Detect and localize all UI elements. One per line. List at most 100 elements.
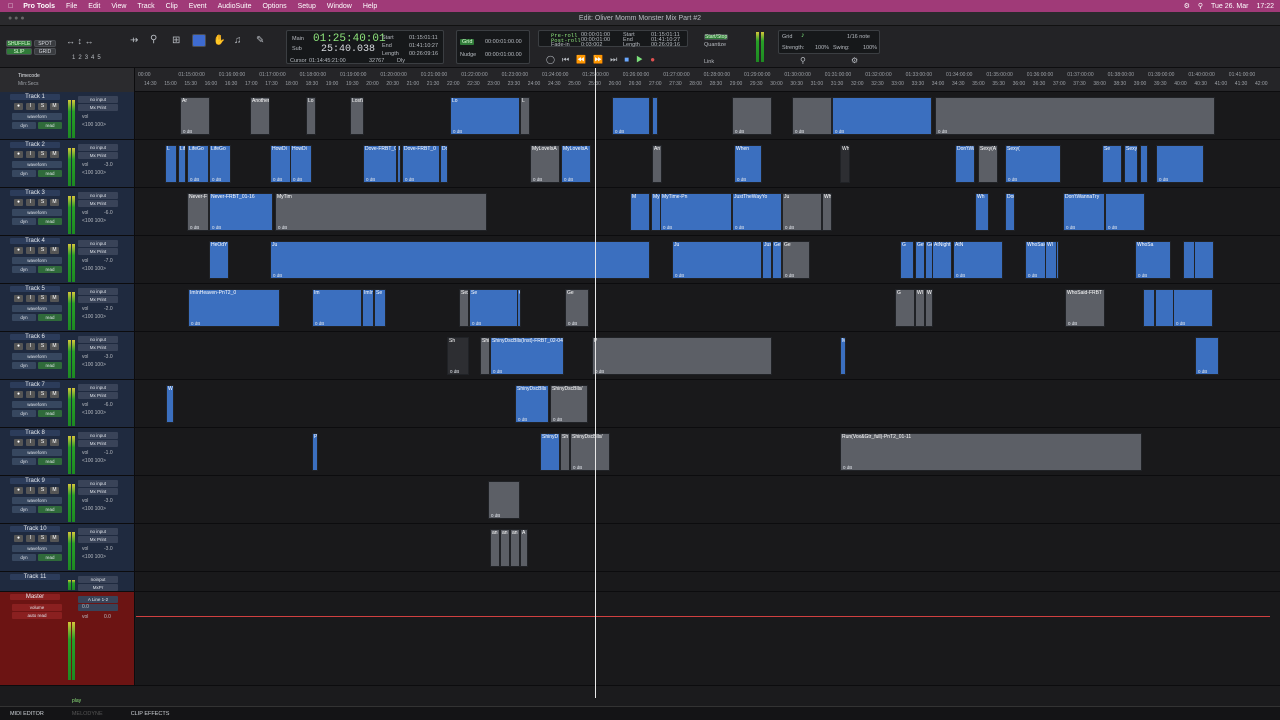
output-selector[interactable]: Mx Print: [78, 152, 118, 159]
zoom-presets[interactable]: 12345: [72, 55, 104, 61]
mute-button[interactable]: M: [50, 199, 59, 206]
dyn-button[interactable]: dyn: [12, 170, 36, 177]
automation-mode[interactable]: read: [38, 410, 62, 417]
clip-gain[interactable]: 0 dB: [735, 225, 744, 230]
menu-event[interactable]: Event: [189, 3, 207, 10]
mute-button[interactable]: M: [50, 535, 59, 542]
audio-clip[interactable]: [1155, 289, 1175, 327]
menu-setup[interactable]: Setup: [298, 3, 316, 10]
track-lane[interactable]: 0 dB: [136, 476, 1280, 523]
quantize-toggle[interactable]: Quantize: [704, 42, 726, 48]
solo-button[interactable]: S: [38, 343, 47, 350]
dyn-button[interactable]: dyn: [12, 458, 36, 465]
audio-clip[interactable]: 0 dB: [1156, 145, 1204, 183]
menu-edit[interactable]: Edit: [88, 3, 100, 10]
output-selector[interactable]: Mx Print: [78, 296, 118, 303]
audio-clip[interactable]: 0 dB: [488, 481, 520, 519]
audio-clip[interactable]: 0 dB: [935, 97, 1215, 135]
output-selector[interactable]: MxPr: [78, 584, 118, 591]
audio-clip[interactable]: [1194, 241, 1214, 279]
menu-track[interactable]: Track: [137, 3, 154, 10]
pan-value[interactable]: <100 100>: [82, 122, 106, 128]
vol-value[interactable]: 0.0: [82, 604, 89, 610]
view-selector[interactable]: waveform: [12, 113, 62, 120]
audio-clip[interactable]: Don'tWannaTry: [1005, 193, 1015, 231]
clip-gain[interactable]: 0 dB: [956, 273, 965, 278]
mute-button[interactable]: M: [50, 391, 59, 398]
dyn-button[interactable]: dyn: [12, 314, 36, 321]
mute-button[interactable]: M: [50, 151, 59, 158]
record-arm-icon[interactable]: ●: [14, 247, 23, 254]
mute-button[interactable]: M: [50, 247, 59, 254]
ffwd-icon[interactable]: ⏩: [593, 55, 610, 64]
audio-clip[interactable]: Wl: [915, 289, 925, 327]
audio-clip[interactable]: When: [840, 145, 850, 183]
audio-clip[interactable]: LifeGo 0 dB: [187, 145, 209, 183]
input-monitor-button[interactable]: I: [26, 535, 35, 542]
audio-clip[interactable]: Ar 0 dB: [180, 97, 210, 135]
record-arm-icon[interactable]: ●: [14, 487, 23, 494]
clip-gain[interactable]: 0 dB: [273, 177, 282, 182]
clip-gain[interactable]: 0 dB: [278, 225, 287, 230]
track-header[interactable]: Track 11 noinput MxPr: [0, 572, 135, 591]
audio-clip[interactable]: MyLoveIsA 0 dB: [561, 145, 591, 183]
trim-tool-icon[interactable]: ⇸: [130, 35, 138, 46]
audio-clip[interactable]: Ju 0 dB: [270, 241, 650, 279]
automation-mode[interactable]: read: [38, 170, 62, 177]
input-selector[interactable]: no input: [78, 384, 118, 391]
input-selector[interactable]: no input: [78, 528, 118, 535]
track-lane[interactable]: an an an A: [136, 524, 1280, 571]
input-selector[interactable]: no input: [78, 336, 118, 343]
audio-clip[interactable]: W: [166, 385, 174, 423]
audio-clip[interactable]: GeT: [772, 241, 782, 279]
audio-clip[interactable]: Ge 0 dB: [565, 289, 589, 327]
mute-button[interactable]: M: [50, 295, 59, 302]
output-selector[interactable]: Mx Print: [78, 440, 118, 447]
audio-clip[interactable]: Ge 0 dB: [782, 241, 810, 279]
menu-options[interactable]: Options: [262, 3, 286, 10]
solo-button[interactable]: S: [38, 199, 47, 206]
solo-button[interactable]: S: [38, 247, 47, 254]
delay-comp[interactable]: Dly: [397, 58, 405, 64]
audio-clip[interactable]: [1140, 145, 1148, 183]
audio-clip[interactable]: Sexy(A: [978, 145, 998, 183]
clip-gain[interactable]: 0 dB: [190, 177, 199, 182]
selector-tool-icon[interactable]: ⊞: [172, 35, 180, 46]
sel-end[interactable]: 01:41:10:27: [409, 43, 438, 49]
track-header[interactable]: Track 10 ● I S M waveform dyn read no inpu…: [0, 524, 135, 571]
track-header[interactable]: Track 2 ● I S M waveform dyn read no input…: [0, 140, 135, 187]
clip-gain[interactable]: 0 dB: [595, 369, 604, 374]
audio-clip[interactable]: Run(Vox&Gtr_full)-PnT2_01-11 0 dB: [840, 433, 1142, 471]
audio-clip[interactable]: 0 dB: [732, 97, 772, 135]
dyn-button[interactable]: dyn: [12, 506, 36, 513]
audio-clip[interactable]: Do: [440, 145, 448, 183]
audio-clip[interactable]: an: [510, 529, 520, 567]
clip-gain[interactable]: 0 dB: [518, 417, 527, 422]
sel-start[interactable]: 01:15:01:11: [409, 35, 438, 41]
output-selector[interactable]: Mx Print: [78, 248, 118, 255]
pan-value[interactable]: <100 100>: [82, 170, 106, 176]
track-header[interactable]: Track 9 ● I S M waveform dyn read no input…: [0, 476, 135, 523]
audio-clip[interactable]: M: [630, 193, 650, 231]
solo-button[interactable]: S: [38, 535, 47, 542]
audio-clip[interactable]: Sexy(0 dB: [1005, 145, 1061, 183]
audio-clip[interactable]: [1143, 289, 1155, 327]
clip-gain[interactable]: 0 dB: [1159, 177, 1168, 182]
transport-buttons[interactable]: ◯⏮⏪⏩⏭■▶●: [546, 55, 662, 65]
window-controls[interactable]: ● ● ●: [8, 12, 25, 26]
audio-clip[interactable]: [652, 97, 658, 135]
audio-clip[interactable]: G: [895, 289, 915, 327]
audio-clip[interactable]: A: [520, 529, 528, 567]
vol-value[interactable]: -6.0: [104, 402, 113, 408]
track-name[interactable]: Master: [10, 594, 60, 600]
clip-gain[interactable]: 0 dB: [1176, 321, 1185, 326]
audio-clip[interactable]: Ju 0 dB: [672, 241, 762, 279]
output-selector[interactable]: Mx Print: [78, 536, 118, 543]
automation-mode[interactable]: auto read: [12, 612, 62, 619]
menu-file[interactable]: File: [66, 3, 77, 10]
clip-gain[interactable]: 0 dB: [785, 225, 794, 230]
audio-clip[interactable]: JustTheW: [762, 241, 772, 279]
clip-gain[interactable]: 0 dB: [615, 129, 624, 134]
control-center-icon[interactable]: ⚙: [1184, 2, 1190, 10]
pan-value[interactable]: <100 100>: [82, 218, 106, 224]
